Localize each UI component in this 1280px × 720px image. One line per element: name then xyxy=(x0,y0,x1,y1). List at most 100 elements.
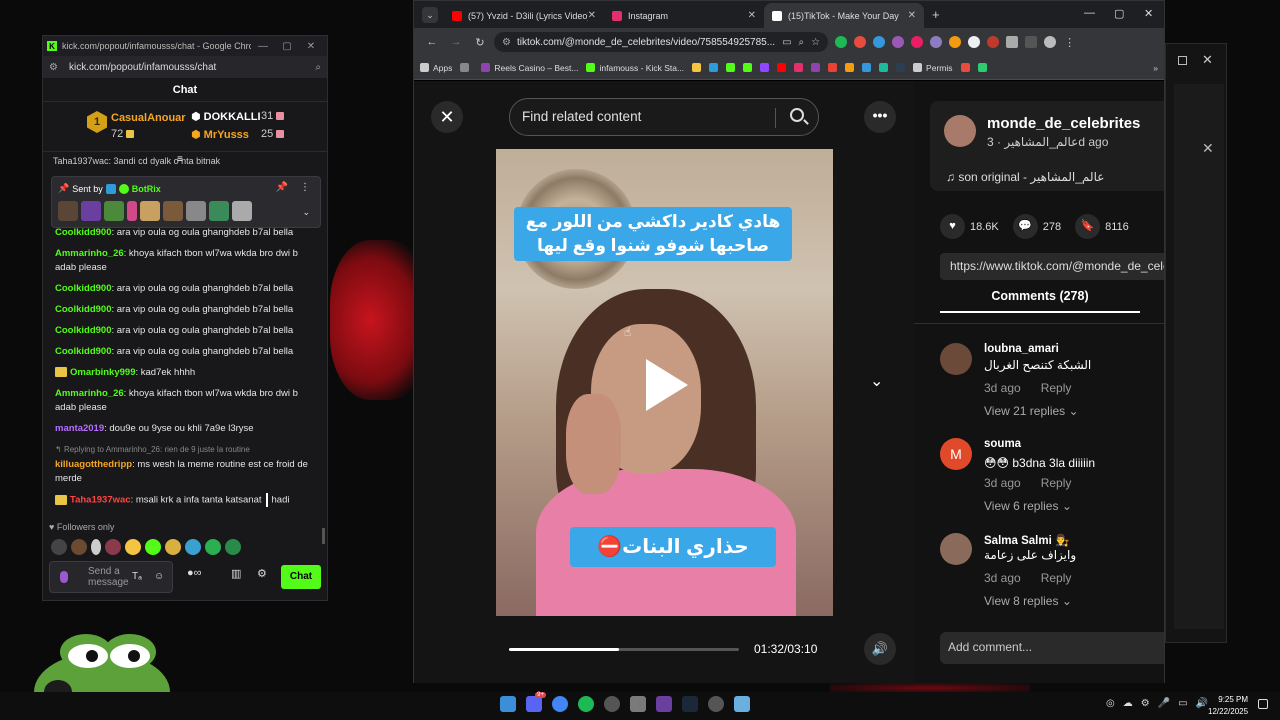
text-format-icon[interactable]: Tₐ xyxy=(132,571,142,582)
obs-icon[interactable] xyxy=(604,696,620,712)
mic-icon[interactable] xyxy=(60,571,68,583)
search-input[interactable]: Find related content xyxy=(509,98,819,136)
close-icon[interactable]: ✕ xyxy=(1202,52,1213,68)
site-info-icon[interactable]: ⚙ xyxy=(49,62,61,73)
address-bar[interactable]: ⚙ kick.com/popout/infamousss/chat ⌕ xyxy=(43,56,327,78)
bookmark-star-icon[interactable]: ☆ xyxy=(811,37,820,48)
bookmark-grid[interactable] xyxy=(460,63,473,72)
close-icon[interactable]: ✕ xyxy=(431,101,463,133)
window-titlebar[interactable]: K kick.com/popout/infamousss/chat - Goog… xyxy=(43,36,327,56)
bookmark-icon-only[interactable] xyxy=(960,63,974,72)
bookmark-kick[interactable]: infamouss - Kick Sta... xyxy=(586,63,684,73)
bookmark-icon-only[interactable] xyxy=(896,63,909,72)
taskbar-clock[interactable]: 9:25 PM 12/22/2025 xyxy=(1208,694,1248,718)
volume-icon[interactable]: 🔊 xyxy=(1196,698,1208,709)
close-icon[interactable]: ✕ xyxy=(1144,7,1153,20)
pinned-author[interactable]: BotRix xyxy=(132,184,161,194)
steam-icon[interactable] xyxy=(682,696,698,712)
chat-username[interactable]: Coolkidd900 xyxy=(55,227,112,238)
discord-tray-icon[interactable]: ◎ xyxy=(1106,698,1115,709)
app-icon[interactable] xyxy=(656,696,672,712)
chat-username[interactable]: Omarbinky999 xyxy=(70,367,135,378)
chat-username[interactable]: Ammarinho_26 xyxy=(55,248,124,259)
bookmark-icon-only[interactable] xyxy=(862,63,875,72)
new-tab-icon[interactable]: + xyxy=(932,7,940,22)
bookmark-icon-only[interactable] xyxy=(811,63,824,72)
video-link-field[interactable]: https://www.tiktok.com/@monde_de_celebri… xyxy=(940,253,1164,280)
play-icon[interactable] xyxy=(646,359,688,411)
zoom-icon[interactable]: ⌕ xyxy=(799,37,805,48)
chat-username[interactable]: Coolkidd900 xyxy=(55,304,112,315)
emote-icon[interactable] xyxy=(145,539,161,555)
menu-icon[interactable]: ⋮ xyxy=(1064,36,1075,49)
sound-label[interactable]: ♫ son original - عالم_المشاهير xyxy=(946,170,1104,184)
leaderboard-name[interactable]: ⬢ DOKKALLI xyxy=(191,110,261,123)
leaderboard-name[interactable]: ⬢ MrYusss xyxy=(191,128,249,141)
reply-context[interactable]: ↰ Replying to Ammarinho_26: rien de 9 ju… xyxy=(55,443,317,457)
store-icon[interactable]: ▥ xyxy=(231,567,241,580)
close-icon[interactable]: ✕ xyxy=(299,41,323,52)
bookmark-apps[interactable]: Apps xyxy=(420,63,452,73)
close-tab-icon[interactable]: ✕ xyxy=(748,10,756,21)
chevron-down-icon[interactable]: ⌄ xyxy=(302,207,310,218)
save-button[interactable]: 🔖 8116 xyxy=(1075,214,1129,239)
bookmark-icon-only[interactable] xyxy=(743,63,756,72)
video-player[interactable]: هادي كادير داكشي من اللور مع صاحبها شوفو… xyxy=(496,149,833,616)
author-name[interactable]: monde_de_celebrites xyxy=(987,115,1140,132)
app-icon[interactable] xyxy=(708,696,724,712)
chrome-icon[interactable] xyxy=(552,696,568,712)
chat-username[interactable]: killuagotthedripp xyxy=(55,459,132,470)
next-video-chevron-icon[interactable]: ⌄ xyxy=(870,371,883,391)
notification-icon[interactable] xyxy=(1258,699,1268,709)
extension-icon[interactable] xyxy=(949,36,962,48)
menu-lines-icon[interactable]: ≡ xyxy=(177,154,183,165)
video-progress-bar[interactable] xyxy=(509,648,739,651)
add-comment-input[interactable]: Add comment... xyxy=(940,632,1164,664)
more-options-icon[interactable]: ••• xyxy=(864,101,896,133)
close-tab-icon[interactable]: ✕ xyxy=(588,10,596,21)
close-tab-icon[interactable]: ✕ xyxy=(908,10,916,21)
emote-icon[interactable] xyxy=(165,539,181,555)
forward-icon[interactable]: → xyxy=(444,36,468,48)
app-icon[interactable] xyxy=(630,696,646,712)
pinned-message[interactable]: 📌 Sent by BotRix 📌 ⋮ ⌄ xyxy=(51,176,321,228)
more-options-icon[interactable]: ⋮ xyxy=(300,182,310,193)
bookmark-icon-only[interactable] xyxy=(777,63,790,72)
bookmark-icon-only[interactable] xyxy=(692,63,705,72)
chat-username[interactable]: Coolkidd900 xyxy=(55,283,112,294)
avatar[interactable] xyxy=(940,533,972,565)
background-window[interactable]: ✕ ✕ xyxy=(1165,43,1227,643)
chat-username[interactable]: manta2019 xyxy=(55,423,104,434)
kicks-icon[interactable]: ●∞ xyxy=(187,567,202,579)
maximize-icon[interactable]: ▢ xyxy=(1114,7,1124,20)
extension-icon[interactable] xyxy=(892,36,905,48)
emote-icon[interactable] xyxy=(125,539,141,555)
bookmark-icon-only[interactable] xyxy=(845,63,858,72)
back-icon[interactable]: ← xyxy=(420,36,444,48)
send-chat-button[interactable]: Chat xyxy=(281,565,321,589)
bookmark-icon-only[interactable] xyxy=(760,63,773,72)
app-icon[interactable] xyxy=(734,696,750,712)
bookmark-icon-only[interactable] xyxy=(709,63,722,72)
maximize-icon[interactable]: ▢ xyxy=(275,41,299,52)
minimize-icon[interactable]: — xyxy=(1084,7,1095,19)
comment-author[interactable]: souma xyxy=(984,438,1021,450)
media-icon[interactable] xyxy=(1025,36,1038,48)
emote-icon[interactable] xyxy=(225,539,241,555)
windows-start-icon[interactable] xyxy=(500,696,516,712)
chat-username[interactable]: Coolkidd900 xyxy=(55,325,112,336)
emoji-icon[interactable]: ☺ xyxy=(154,571,164,582)
reply-button[interactable]: Reply xyxy=(1041,476,1072,490)
emote-icon[interactable] xyxy=(205,539,221,555)
more-bookmarks-icon[interactable]: » xyxy=(1153,63,1158,73)
settings-icon[interactable]: ⚙ xyxy=(257,567,267,580)
comment-author[interactable]: Salma Salmi 👨‍⚖️ xyxy=(984,533,1069,547)
bookmark-icon-only[interactable] xyxy=(794,63,807,72)
scrollbar[interactable] xyxy=(322,528,325,544)
chat-username[interactable]: Ammarinho_26 xyxy=(55,388,124,399)
avatar[interactable] xyxy=(944,115,976,147)
volume-icon[interactable]: 🔊 xyxy=(864,633,896,665)
tab-tiktok[interactable]: (15)TikTok - Make Your Day ✕ xyxy=(764,3,924,28)
chat-input[interactable]: Send a message Tₐ ☺ xyxy=(49,561,173,593)
spotify-icon[interactable] xyxy=(578,696,594,712)
